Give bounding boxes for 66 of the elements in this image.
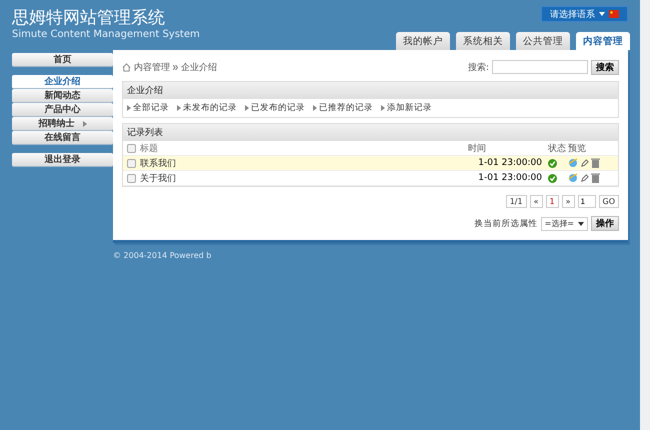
bullet-icon: [177, 105, 181, 111]
section-header: 企业介绍: [123, 82, 618, 99]
checkbox[interactable]: [127, 174, 136, 182]
filter-link[interactable]: 已推荐的记录: [313, 102, 373, 114]
column-header: 状态: [548, 142, 567, 154]
browser-icon[interactable]: [568, 158, 578, 168]
bullet-icon: [313, 105, 317, 111]
arrow-icon: [82, 120, 86, 126]
sidebar-item[interactable]: 新闻动态: [12, 89, 113, 103]
action-label: 换当前所选属性: [474, 218, 538, 230]
record-time: 1-01 23:00:00: [477, 173, 543, 183]
caret-icon: [578, 222, 584, 226]
column-header: 时间: [468, 142, 487, 154]
record-row[interactable]: 关于我们 1-01 23:00:00: [123, 171, 618, 186]
attribute-select[interactable]: =选择=: [540, 216, 588, 230]
caret-icon: [599, 12, 605, 16]
filter-link[interactable]: 全部记录: [127, 102, 169, 114]
go-button[interactable]: GO: [598, 195, 619, 208]
sidebar-item[interactable]: 产品中心: [12, 103, 113, 117]
sidebar-item[interactable]: 在线留言: [12, 131, 113, 145]
site-subtitle: Simute Content Management System: [12, 29, 200, 40]
check-circle-icon: [548, 174, 557, 182]
section-header: 记录列表: [123, 124, 618, 141]
bullet-icon: [127, 105, 131, 111]
next-page-button[interactable]: »: [562, 195, 574, 208]
record-time: 1-01 23:00:00: [477, 158, 543, 168]
filter-link[interactable]: 未发布的记录: [177, 102, 237, 114]
column-header: 预览: [568, 142, 587, 154]
page-info: 1/1: [506, 195, 527, 208]
search-button[interactable]: 搜索: [591, 60, 619, 74]
column-header: 标题: [140, 142, 158, 154]
site-title: 思姆特网站管理系统: [12, 7, 166, 29]
nav-tab[interactable]: 内容管理: [576, 32, 630, 50]
trash-icon[interactable]: [591, 173, 600, 183]
filter-link[interactable]: 已发布的记录: [245, 102, 305, 114]
nav-tab[interactable]: 我的帐户: [396, 32, 450, 50]
browser-icon[interactable]: [568, 173, 578, 183]
record-title: 关于我们: [140, 172, 176, 184]
search-field[interactable]: [492, 60, 588, 74]
home-icon[interactable]: [122, 62, 131, 72]
page-number[interactable]: 1: [546, 195, 559, 208]
sidebar-item[interactable]: 首页: [12, 53, 113, 67]
sidebar-item[interactable]: 招聘纳士: [12, 117, 113, 131]
checkbox[interactable]: [127, 144, 136, 152]
flag-icon: [609, 10, 619, 18]
bullet-icon: [245, 105, 249, 111]
check-circle-icon: [548, 158, 557, 168]
footer-text: © 2004-2014 Powered b: [113, 251, 212, 260]
action-button[interactable]: 操作: [591, 216, 619, 231]
search-label: 搜索:: [468, 62, 489, 74]
language-button[interactable]: 请选择语系: [541, 6, 628, 22]
prev-page-button[interactable]: «: [530, 195, 542, 208]
sidebar-item[interactable]: 企业介绍: [12, 75, 113, 89]
record-row[interactable]: 联系我们 1-01 23:00:00: [123, 156, 618, 171]
checkbox[interactable]: [127, 158, 136, 168]
bullet-icon: [381, 105, 385, 111]
chevron-icon: [173, 64, 178, 70]
page-input[interactable]: 1: [578, 195, 596, 208]
nav-tab[interactable]: 系统相关: [456, 32, 510, 50]
record-title: 联系我们: [140, 158, 176, 170]
nav-tab[interactable]: 公共管理: [516, 32, 570, 50]
filter-link[interactable]: 添加新记录: [381, 102, 432, 114]
trash-icon[interactable]: [591, 158, 600, 168]
sidebar-item[interactable]: 退出登录: [12, 153, 113, 167]
breadcrumb-link[interactable]: 内容管理: [134, 60, 170, 74]
breadcrumb-link[interactable]: 企业介绍: [181, 60, 217, 74]
